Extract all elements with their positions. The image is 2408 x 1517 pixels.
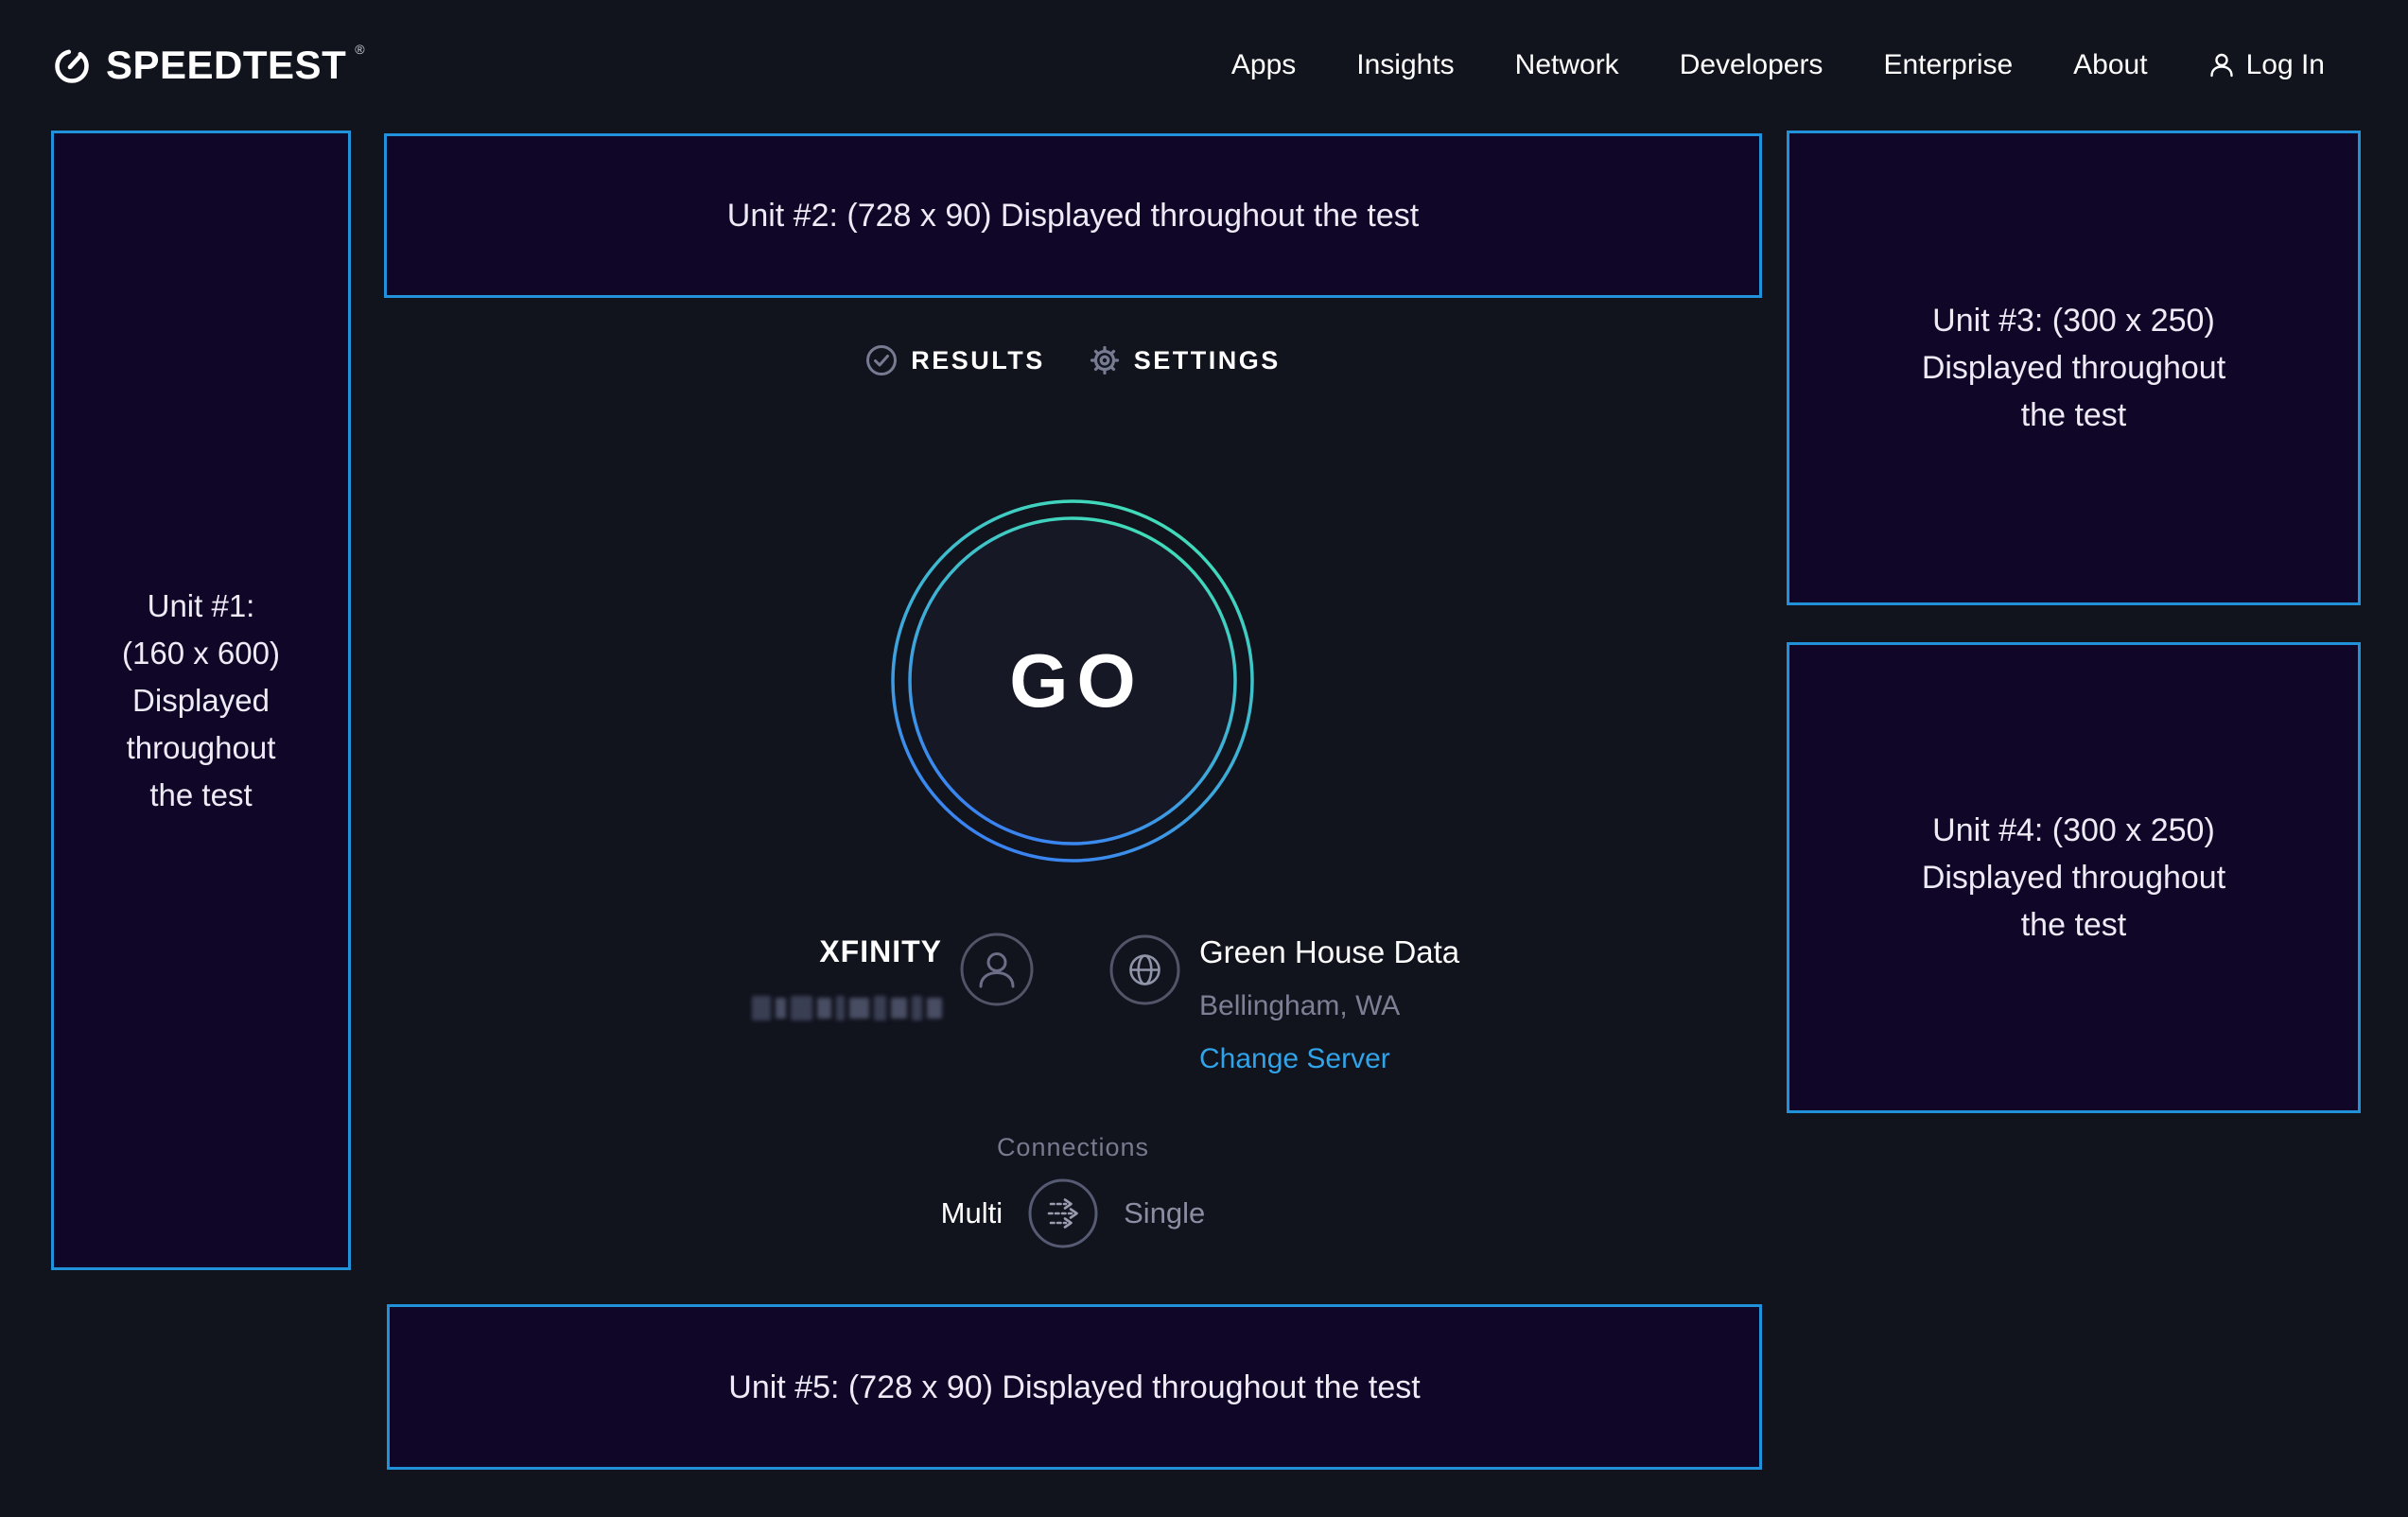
connections-label: Connections [384,1133,1762,1162]
ad-unit-1-label: Unit #1: (160 x 600) Displayed throughou… [122,583,280,819]
tab-results[interactable]: RESULTS [865,344,1045,376]
gear-icon [1089,344,1121,376]
ad-unit-1[interactable]: Unit #1: (160 x 600) Displayed throughou… [51,131,351,1270]
isp-ip-redacted [740,993,942,1023]
change-server-link[interactable]: Change Server [1199,1043,1459,1075]
nav-item-about[interactable]: About [2073,49,2147,81]
server-globe-icon [1108,933,1181,1006]
tab-settings[interactable]: SETTINGS [1089,344,1281,376]
connections-toggle-row: Multi Single [384,1177,1762,1249]
speedtest-main-panel: RESULTS [384,0,1762,1517]
tab-results-label: RESULTS [911,346,1045,375]
connections-single-option[interactable]: Single [1124,1196,1205,1230]
nav-item-enterprise[interactable]: Enterprise [1883,49,2013,81]
server-name: Green House Data [1199,934,1459,970]
server-info: Green House Data Bellingham, WA Change S… [1199,934,1459,1075]
speedtest-logo[interactable]: SPEEDTEST ® [52,0,365,131]
ad-unit-3-label: Unit #3: (300 x 250) Displayed throughou… [1922,297,2225,439]
tab-settings-label: SETTINGS [1134,346,1281,375]
check-circle-icon [865,344,898,376]
go-button-label: GO [890,498,1255,863]
go-button[interactable]: GO [890,498,1255,863]
isp-avatar-icon [959,932,1035,1007]
gauge-logo-icon [52,44,92,86]
user-icon [2208,51,2235,79]
ad-unit-3[interactable]: Unit #3: (300 x 250) Displayed throughou… [1787,131,2361,605]
ad-unit-4[interactable]: Unit #4: (300 x 250) Displayed throughou… [1787,642,2361,1113]
logo-text: SPEEDTEST [106,43,346,88]
isp-name: XFINITY [819,934,942,969]
server-location: Bellingham, WA [1199,990,1459,1022]
login-label: Log In [2246,49,2325,81]
tabs-row: RESULTS [384,344,1762,376]
logo-trademark: ® [355,42,364,57]
connections-toggle[interactable] [1027,1177,1099,1249]
login-button[interactable]: Log In [2208,49,2325,81]
ad-unit-4-label: Unit #4: (300 x 250) Displayed throughou… [1922,807,2225,949]
connections-multi-option[interactable]: Multi [941,1196,1003,1230]
